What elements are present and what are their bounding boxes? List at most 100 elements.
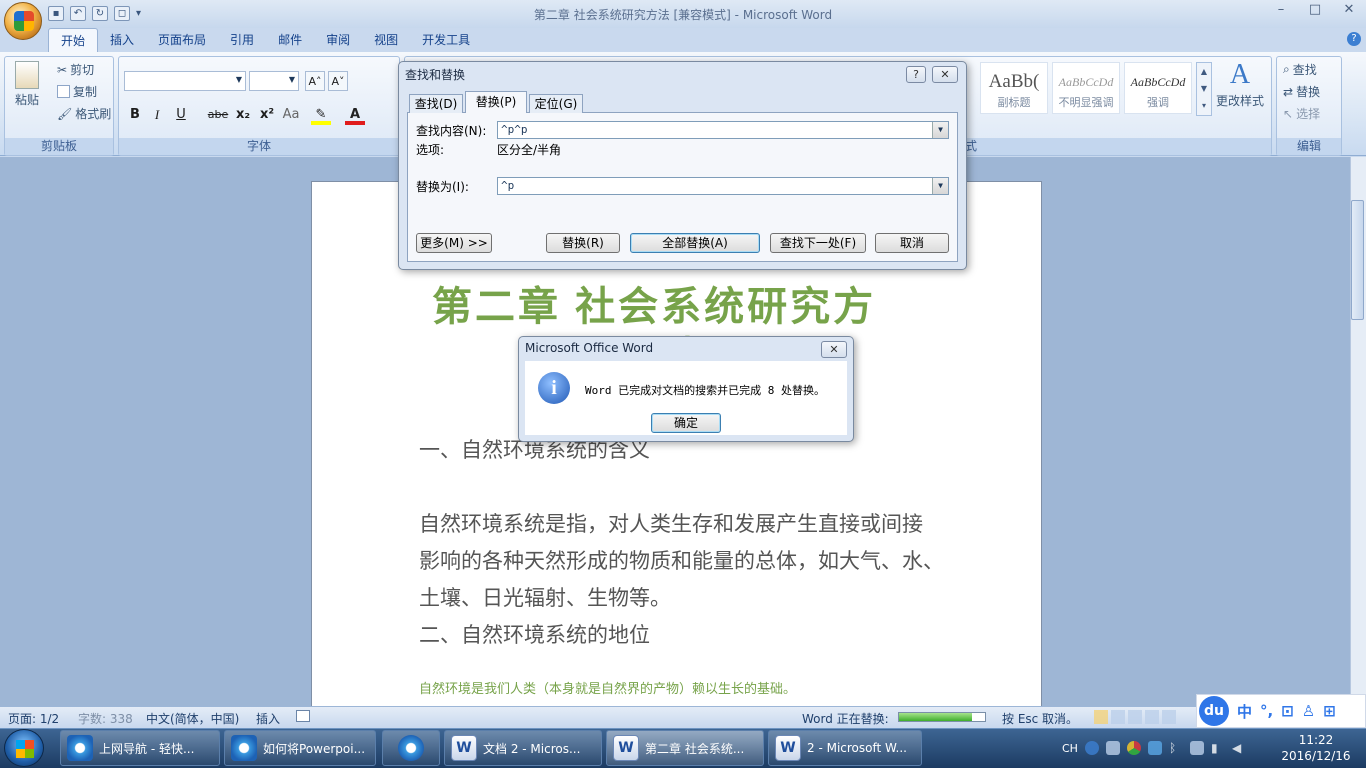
undo-icon[interactable]: ↶	[70, 5, 86, 21]
help-tray-icon[interactable]	[1084, 741, 1099, 755]
notification-icon[interactable]	[1105, 741, 1120, 755]
replace-icon: ⇄	[1283, 84, 1294, 99]
replace-input[interactable]: ^p ▼	[497, 177, 949, 195]
grow-font-button[interactable]: A˄	[305, 71, 325, 91]
highlight-icon[interactable]: ✎	[311, 105, 331, 125]
save-icon[interactable]: ▪	[48, 5, 64, 21]
print-preview-icon[interactable]: ◻	[114, 5, 130, 21]
close-button[interactable]: ✕	[1332, 0, 1366, 20]
style-subtitle[interactable]: AaBb( 副标题	[980, 62, 1048, 114]
maximize-button[interactable]: □	[1298, 0, 1332, 20]
styles-scroll[interactable]: ▲ ▼ ▾	[1196, 62, 1212, 116]
replace-all-button[interactable]: 全部替换(A)	[630, 233, 760, 253]
vertical-scroll-thumb[interactable]	[1351, 200, 1364, 320]
ok-button[interactable]: 确定	[651, 413, 721, 433]
tab-replace[interactable]: 替换(P)	[465, 91, 527, 113]
font-name-input[interactable]: ▼	[124, 71, 246, 91]
replace-button[interactable]: 替换(R)	[546, 233, 620, 253]
find-next-button[interactable]: 查找下一处(F)	[770, 233, 866, 253]
font-color-icon[interactable]: A	[345, 105, 365, 125]
tab-review[interactable]: 审阅	[314, 28, 362, 52]
device-icon[interactable]	[1189, 741, 1204, 755]
baidu-logo-icon[interactable]: du	[1199, 696, 1229, 726]
subscript-button[interactable]: x₂	[233, 105, 253, 125]
style-subtle-emphasis[interactable]: AaBbCcDd 不明显强调	[1052, 62, 1120, 114]
copy-button[interactable]: 复制	[57, 83, 97, 100]
tab-page-layout[interactable]: 页面布局	[146, 28, 218, 52]
help-icon[interactable]: ?	[1347, 32, 1361, 46]
replace-button[interactable]: ⇄ 替换	[1283, 83, 1320, 100]
format-painter-button[interactable]: 🖌 格式刷	[57, 105, 111, 122]
cursor-icon: ↖	[1283, 106, 1294, 121]
taskbar-item-word-doc2[interactable]: 文档 2 - Micros...	[444, 730, 602, 766]
web-layout-icon[interactable]	[1128, 710, 1142, 724]
underline-button[interactable]: U	[171, 105, 191, 125]
message-box-close-button[interactable]: ✕	[821, 341, 847, 358]
menu-grid-icon[interactable]: ⊞	[1323, 702, 1336, 720]
taskbar-item-browser-2[interactable]: 如何将Powerpoi...	[224, 730, 376, 766]
shrink-font-button[interactable]: A˅	[328, 71, 348, 91]
window-title: 第二章 社会系统研究方法 [兼容模式] - Microsoft Word	[533, 8, 833, 22]
macro-icon[interactable]	[296, 710, 310, 722]
start-button[interactable]	[4, 729, 44, 767]
more-button[interactable]: 更多(M) >>	[416, 233, 492, 253]
volume-icon[interactable]: ◀	[1232, 741, 1246, 755]
tab-references[interactable]: 引用	[218, 28, 266, 52]
security-icon[interactable]	[1147, 741, 1162, 755]
style-subtle-emphasis-name: 不明显强调	[1058, 96, 1114, 109]
italic-button[interactable]: I	[147, 105, 167, 125]
change-styles-button[interactable]: A 更改样式	[1216, 60, 1264, 109]
find-label: 查找内容(N):	[416, 124, 487, 138]
document-heading: 第二章 社会系统研究方	[432, 285, 877, 329]
superscript-button[interactable]: x²	[257, 105, 277, 125]
chrome-icon[interactable]	[1126, 741, 1141, 755]
find-input[interactable]: ^p^p ▼	[497, 121, 949, 139]
insert-mode[interactable]: 插入	[256, 710, 280, 727]
language-status[interactable]: 中文(简体，中国)	[146, 710, 239, 727]
user-icon[interactable]: ♙	[1302, 702, 1315, 720]
word-icon	[613, 735, 639, 761]
tab-insert[interactable]: 插入	[98, 28, 146, 52]
taskbar-item-word-2[interactable]: 2 - Microsoft W...	[768, 730, 922, 766]
tab-goto[interactable]: 定位(G)	[529, 94, 583, 113]
print-layout-icon[interactable]	[1094, 710, 1108, 724]
font-size-input[interactable]: ▼	[249, 71, 299, 91]
cancel-button[interactable]: 取消	[875, 233, 949, 253]
page-count[interactable]: 页面: 1/2	[8, 710, 59, 727]
bluetooth-icon[interactable]: ᛒ	[1169, 741, 1183, 755]
style-emphasis[interactable]: AaBbCcDd 强调	[1124, 62, 1192, 114]
dialog-help-button[interactable]: ?	[906, 66, 926, 83]
ime-mode[interactable]: 中	[1237, 701, 1252, 722]
full-screen-icon[interactable]	[1111, 710, 1125, 724]
paste-button[interactable]: 粘贴	[15, 61, 39, 108]
bold-button[interactable]: B	[125, 105, 145, 125]
tab-home[interactable]: 开始	[48, 28, 99, 52]
qat-customize-icon[interactable]: ▾	[136, 8, 141, 19]
outline-icon[interactable]	[1145, 710, 1159, 724]
draft-icon[interactable]	[1162, 710, 1176, 724]
taskbar-item-browser-1[interactable]: 上网导航 - 轻快...	[60, 730, 220, 766]
strikethrough-button[interactable]: abe	[205, 105, 231, 125]
input-language[interactable]: CH	[1062, 742, 1078, 755]
cut-button[interactable]: ✂ 剪切	[57, 61, 94, 78]
change-case-button[interactable]: Aa	[281, 105, 301, 125]
find-button[interactable]: ⌕ 查找	[1283, 61, 1317, 78]
office-button[interactable]	[4, 2, 42, 40]
select-button[interactable]: ↖ 选择	[1283, 105, 1320, 122]
word-count[interactable]: 字数: 338	[78, 710, 133, 727]
chevron-down-icon[interactable]: ▼	[932, 122, 948, 138]
taskbar-item-word-chapter2[interactable]: 第二章 社会系统...	[606, 730, 764, 766]
tab-find[interactable]: 查找(D)	[409, 94, 463, 113]
dialog-close-button[interactable]: ✕	[932, 66, 958, 83]
clock[interactable]: 11:22 2016/12/16	[1280, 732, 1352, 764]
tab-mailings[interactable]: 邮件	[266, 28, 314, 52]
skin-icon[interactable]: ⊡	[1281, 702, 1294, 720]
network-icon[interactable]: ▮	[1211, 741, 1225, 755]
taskbar-item-ie[interactable]	[382, 730, 440, 766]
punctuation-icon[interactable]: °,	[1260, 702, 1273, 720]
chevron-down-icon[interactable]: ▼	[932, 178, 948, 194]
tab-view[interactable]: 视图	[362, 28, 410, 52]
tab-developer[interactable]: 开发工具	[410, 28, 482, 52]
redo-icon[interactable]: ↻	[92, 5, 108, 21]
minimize-button[interactable]: –	[1264, 0, 1298, 20]
